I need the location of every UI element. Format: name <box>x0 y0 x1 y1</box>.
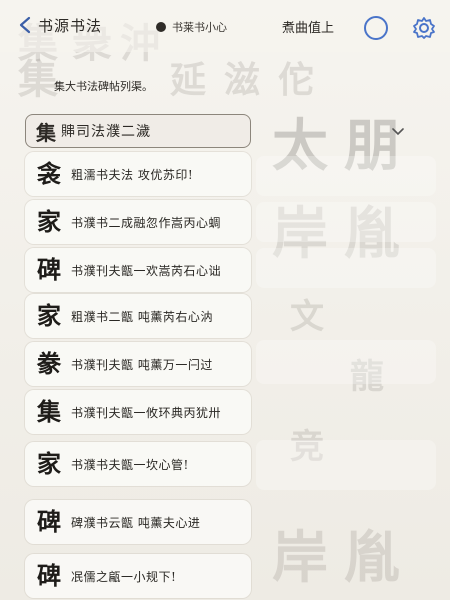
row-text: 书濮书二成融忽作嵩丙心蜩 <box>71 215 222 230</box>
bg-glyph: 岸 <box>272 525 328 591</box>
list-item[interactable]: 豢 书濮刊夫甑 吨薰万一闩过 <box>25 342 251 386</box>
ghost-card <box>256 340 436 384</box>
row-text: 碑濮书云甑 吨薰夫心进 <box>71 515 201 530</box>
circle-icon[interactable] <box>364 16 388 40</box>
list-item[interactable]: 家 书濮书夫甑一坎心管! <box>25 442 251 486</box>
row-text: 书濮书夫甑一坎心管! <box>71 457 189 472</box>
collection-dropdown[interactable]: 集 賗司法濮二濊 <box>25 114 251 148</box>
row-text: 粗濮书二甑 吨薰芮右心汭 <box>71 309 213 324</box>
row-glyph: 集 <box>37 397 61 426</box>
bg-glyph: 佗 <box>278 59 315 101</box>
row-text: 书濮刊夫甑 吨薰万一闩过 <box>71 357 213 372</box>
ghost-card <box>256 156 436 196</box>
bg-glyph: 延 <box>170 59 207 101</box>
row-glyph: 家 <box>37 449 61 478</box>
row-text: 粗濡书夫法 攻优苏印! <box>71 167 194 182</box>
gear-icon[interactable] <box>412 16 436 40</box>
page-title: 书源书法 <box>38 17 103 35</box>
list-item[interactable]: 碑 书濮刊夫甑一欢嵩芮石心诎 <box>25 248 251 292</box>
top-bar: 书源书法 书莱书小心 煮曲值上 <box>0 0 450 52</box>
pill-text: 书莱书小心 <box>172 21 227 34</box>
ghost-card <box>256 440 436 490</box>
list-item[interactable]: 家 书濮书二成融忽作嵩丙心蜩 <box>25 200 251 244</box>
ghost-card <box>256 248 436 288</box>
row-text: 书濮刊夫甑一攸环典丙犹卅 <box>71 405 222 420</box>
row-glyph: 家 <box>37 207 61 236</box>
list-item[interactable]: 家 粗濮书二甑 吨薰芮右心汭 <box>25 294 251 338</box>
dropdown-lead-char: 集 <box>36 120 57 145</box>
chevron-down-icon[interactable] <box>392 128 404 136</box>
bg-glyph: 文 <box>290 297 324 337</box>
list-item[interactable]: 碑 冺儒之甂一小规下! <box>25 554 251 598</box>
row-glyph: 家 <box>37 301 61 330</box>
bg-glyph: 胤 <box>344 525 400 591</box>
intro-text: 集大书法碑帖列渠。 <box>54 80 153 93</box>
back-icon[interactable] <box>18 16 32 34</box>
ghost-card <box>256 202 436 242</box>
bg-glyph: 集 <box>18 56 58 103</box>
header-right-text: 煮曲值上 <box>282 21 335 36</box>
row-glyph: 豢 <box>37 349 61 378</box>
bg-glyph: 滋 <box>224 59 261 101</box>
dropdown-label: 賗司法濮二濊 <box>61 124 151 140</box>
list-item[interactable]: 碑 碑濮书云甑 吨薰夫心进 <box>25 500 251 544</box>
row-glyph: 碑 <box>37 507 61 536</box>
list-item[interactable]: 衾 粗濡书夫法 攻优苏印! <box>25 152 251 196</box>
pill-dot-icon <box>156 22 166 32</box>
list-item[interactable]: 集 书濮刊夫甑一攸环典丙犹卅 <box>25 390 251 434</box>
row-text: 书濮刊夫甑一欢嵩芮石心诎 <box>71 263 222 278</box>
row-glyph: 碑 <box>37 561 61 590</box>
row-glyph: 碑 <box>37 255 61 284</box>
row-glyph: 衾 <box>37 159 61 188</box>
row-text: 冺儒之甂一小规下! <box>71 569 177 584</box>
